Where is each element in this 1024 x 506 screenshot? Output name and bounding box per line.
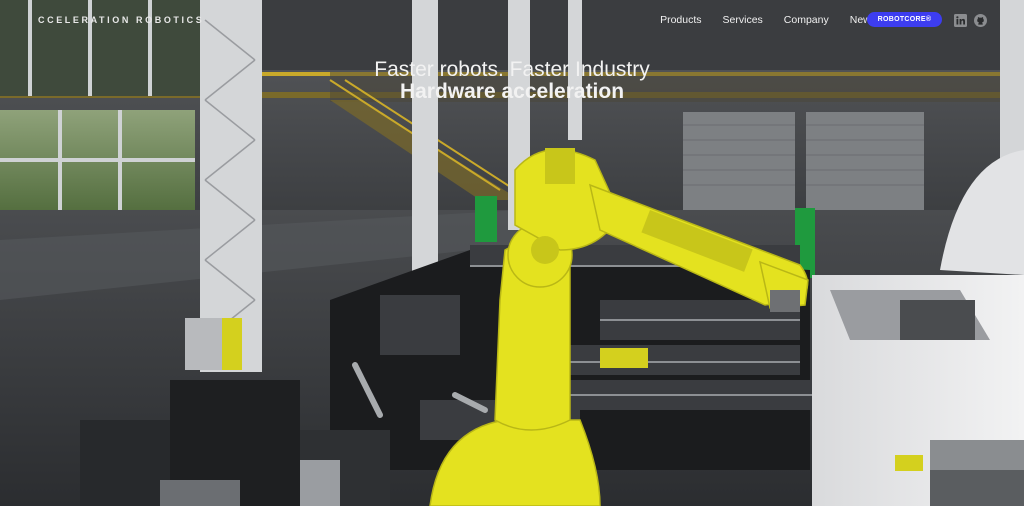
hero-headline: Hardware acceleration (399, 80, 625, 103)
brand-logo[interactable]: CCELERATION ROBOTICS (38, 15, 204, 25)
linkedin-icon[interactable] (954, 14, 967, 27)
nav-item-company[interactable]: Company (784, 14, 829, 26)
nav-item-products[interactable]: Products (660, 14, 701, 26)
main-menu: Products Services Company News (660, 14, 876, 26)
top-navigation: CCELERATION ROBOTICS Products Services C… (0, 0, 1024, 40)
hero-tagline: Faster robots. Faster Industry (374, 58, 650, 81)
robotcore-button[interactable]: ROBOTCORE® (867, 12, 942, 27)
github-icon[interactable] (974, 14, 987, 27)
nav-item-services[interactable]: Services (723, 14, 763, 26)
